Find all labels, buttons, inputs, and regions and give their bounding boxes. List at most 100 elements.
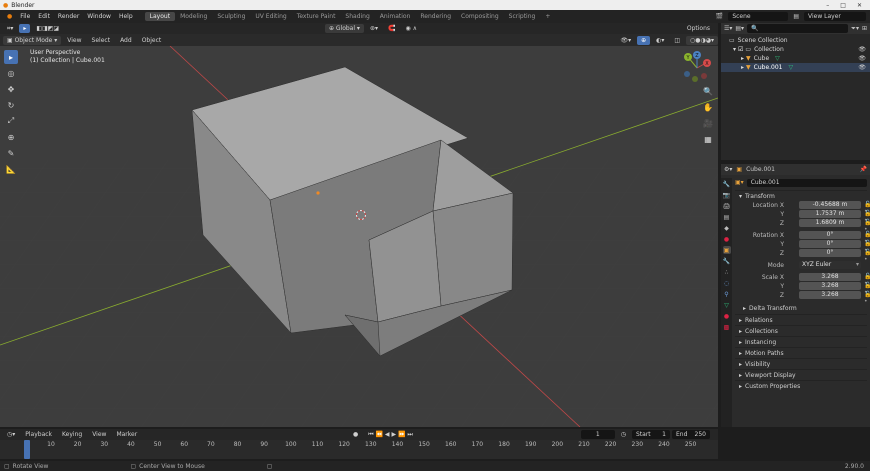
frame-ruler[interactable]: 1102030405060708090100110120130140150160… [0,440,718,450]
world-tab-icon[interactable]: ● [723,235,731,243]
motion-paths-section[interactable]: ▸ Motion Paths [735,347,867,358]
custom-properties-section[interactable]: ▸ Custom Properties [735,380,867,391]
location-y-field[interactable]: 1.7537 m [799,210,861,218]
tool-tab-icon[interactable]: 🔧 [723,180,731,188]
select-box-icon[interactable]: ▸ [19,24,31,33]
scale-x-field[interactable]: 3.268 [799,273,861,281]
render-tab-icon[interactable]: 📷 [723,191,731,199]
menu-help[interactable]: Help [115,13,137,20]
object-tab-icon[interactable]: ▣ [722,246,731,254]
outliner-row-cube[interactable]: ▸ ▼ Cube ▽ 👁 [721,54,870,63]
tab-layout[interactable]: Layout [144,12,176,21]
expand-arrow-icon[interactable]: ▾ [733,46,736,53]
rotation-mode-dropdown[interactable]: XYZ Euler [799,261,861,269]
scale-tool-icon[interactable]: ⤢ [4,114,18,128]
select-tool-icon[interactable]: ▸ [4,50,18,64]
constraints-tab-icon[interactable]: ⚲ [723,290,731,298]
instancing-section[interactable]: ▸ Instancing [735,336,867,347]
tab-rendering[interactable]: Rendering [415,12,456,21]
timeline-editor-icon[interactable]: ◷▾ [3,430,19,439]
orientation-dropdown[interactable]: ⊕ Global ▾ [324,24,364,33]
viewport-display-section[interactable]: ▸ Viewport Display [735,369,867,380]
view-layer-selector[interactable]: View Layer [804,12,866,21]
selection-mode-icons[interactable]: ◧◨◩◪ [32,24,63,33]
blender-menu-icon[interactable]: ● [3,13,16,20]
clock-icon[interactable]: ◷ [617,430,630,439]
location-z-field[interactable]: 1.6809 m [799,219,861,227]
menu-marker[interactable]: Marker [112,430,141,439]
filter-icon[interactable]: ⏷▾ [851,25,859,33]
tab-sculpting[interactable]: Sculpting [212,12,250,21]
shading-modes-icon[interactable]: ○●◑◕▾ [686,35,718,45]
physics-tab-icon[interactable]: ◌ [723,279,731,287]
gizmo-toggle-icon[interactable]: ⊕ [637,35,651,45]
pan-hand-icon[interactable]: ✋ [702,101,714,113]
visibility-icon[interactable]: 👁▾ [616,36,635,45]
menu-window[interactable]: Window [83,13,115,20]
relations-section[interactable]: ▸ Relations [735,314,867,325]
visibility-eye-icon[interactable]: 👁 [858,46,866,53]
tab-texture-paint[interactable]: Texture Paint [292,12,341,21]
camera-view-icon[interactable]: 🎥 [702,117,714,129]
snap-icon[interactable]: 🧲 [384,24,399,33]
outliner-row-scene-collection[interactable]: ▭ Scene Collection [721,36,870,45]
outliner-row-collection[interactable]: ▾ ☑ ▭ Collection 👁 [721,45,870,54]
location-x-field[interactable]: -0.45688 m [799,201,861,209]
menu-timeline-view[interactable]: View [88,430,110,439]
tab-animation[interactable]: Animation [375,12,416,21]
close-icon[interactable]: ✕ [857,2,862,9]
properties-editor-icon[interactable]: ⚙▾ [724,166,732,173]
move-tool-icon[interactable]: ✥ [4,82,18,96]
start-frame-field[interactable]: Start 1 [632,430,670,439]
transform-tool-icon[interactable]: ⊕ [4,130,18,144]
playback-controls[interactable]: ⏮ ⏪ ◀ ▶ ⏩ ⏭ [364,430,417,440]
options-dropdown[interactable]: Options [683,24,714,33]
end-frame-field[interactable]: End 250 [672,430,710,439]
menu-select[interactable]: Select [88,36,115,45]
tab-compositing[interactable]: Compositing [456,12,504,21]
outliner-row-cube-001[interactable]: ▸ ▼ Cube.001 ▽ 👁 [721,63,870,72]
rotation-x-field[interactable]: 0° [799,231,861,239]
object-name-field[interactable]: Cube.001 [746,178,867,187]
xray-icon[interactable]: ◫ [670,36,684,45]
menu-edit[interactable]: Edit [34,13,54,20]
menu-object[interactable]: Object [138,36,166,45]
new-collection-icon[interactable]: ⊞ [862,25,867,32]
menu-view[interactable]: View [63,36,85,45]
tab-uv-editing[interactable]: UV Editing [250,12,291,21]
pin-icon[interactable]: 📌 [860,166,867,173]
viewport-scene[interactable]: X Y Z [0,46,718,427]
scale-z-field[interactable]: 3.268 [799,291,861,299]
scene-selector[interactable]: Scene [728,12,789,21]
rotation-y-field[interactable]: 0° [799,240,861,248]
transform-section[interactable]: ▾ Transform [735,190,867,201]
menu-file[interactable]: File [16,13,34,20]
rotate-tool-icon[interactable]: ↻ [4,98,18,112]
outliner-search-input[interactable]: 🔍 [747,24,849,33]
zoom-icon[interactable]: 🔍 [702,85,714,97]
checkbox-icon[interactable]: ☑ [738,46,743,53]
material-tab-icon[interactable]: ● [723,312,731,320]
modifier-tab-icon[interactable]: 🔧 [723,257,731,265]
record-button[interactable]: ● [349,430,362,439]
tab-modeling[interactable]: Modeling [175,12,212,21]
playhead[interactable] [24,440,30,459]
pivot-icon[interactable]: ⊛▾ [366,24,382,33]
add-workspace-button[interactable]: + [540,12,555,21]
perspective-toggle-icon[interactable]: ▦ [702,133,714,145]
delta-transform-subsection[interactable]: ▸ Delta Transform [735,303,867,314]
visibility-eye-icon[interactable]: 👁 [858,64,866,71]
menu-keying[interactable]: Keying [58,430,86,439]
data-tab-icon[interactable]: ▽ [723,301,731,309]
minimize-icon[interactable]: – [826,2,829,9]
current-frame-field[interactable]: 1 [580,430,615,439]
expand-arrow-icon[interactable]: ▸ [741,64,744,71]
visibility-section[interactable]: ▸ Visibility [735,358,867,369]
expand-arrow-icon[interactable]: ▸ [741,55,744,62]
object-type-icon[interactable]: ▣▾ [735,179,744,186]
visibility-eye-icon[interactable]: 👁 [858,55,866,62]
editor-type-icon[interactable]: ⌗▾ [3,24,17,34]
proportional-edit-icon[interactable]: ◉ ∧ [401,24,421,33]
menu-add[interactable]: Add [116,36,136,45]
output-tab-icon[interactable]: 🖨 [723,202,731,210]
